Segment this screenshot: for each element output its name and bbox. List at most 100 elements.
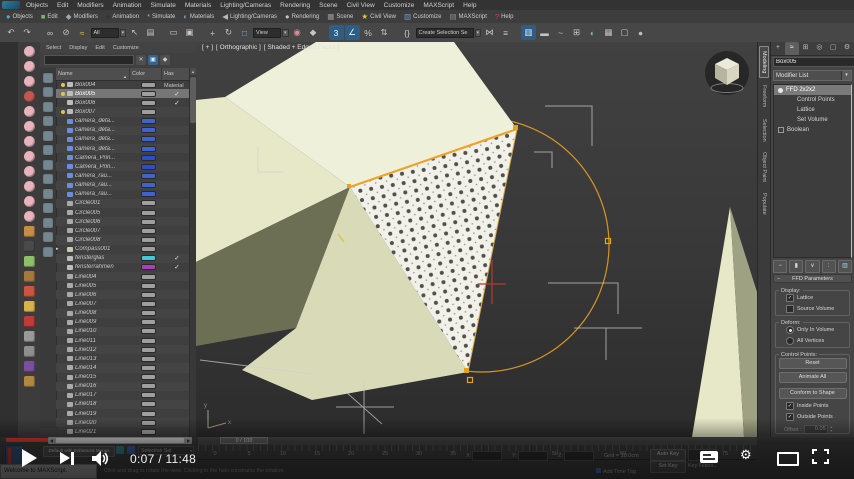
coordinate-z-field[interactable] — [563, 451, 594, 461]
ribbon-lighting-cameras-button[interactable]: ◀ Lighting/Cameras — [222, 13, 277, 21]
settings-gear-icon[interactable] — [23, 346, 35, 357]
explorer-row[interactable]: ▸ Camera_Prin... ✓ — [56, 153, 190, 162]
explorer-row[interactable]: ▸ Line007 ✓ — [56, 299, 190, 308]
explorer-row[interactable]: ▸ camera_rau... ✓ — [56, 190, 190, 199]
conform-to-shape-button[interactable]: Conform to Shape — [778, 388, 847, 399]
scroll-right-icon[interactable]: ▶ — [185, 438, 192, 443]
lattice-checkbox[interactable]: ✓ — [786, 294, 794, 302]
object-color-swatch[interactable] — [142, 329, 155, 334]
ribbon-tab[interactable]: Modeling — [759, 46, 769, 79]
object-color-swatch[interactable] — [142, 164, 155, 169]
filter-helpers-icon[interactable] — [23, 256, 35, 267]
object-color-swatch[interactable] — [142, 402, 155, 407]
menu-item[interactable]: MAXScript — [423, 2, 454, 9]
object-color-swatch[interactable] — [142, 183, 155, 188]
column-header-material[interactable]: Has Material — [162, 68, 190, 89]
ribbon-modifiers-button[interactable]: ◆ Modifiers — [66, 13, 98, 21]
rectangular-selection-region-icon[interactable]: ▭ ▾ — [166, 25, 181, 40]
scroll-left-icon[interactable]: ◀ — [48, 438, 55, 443]
expand-icon[interactable]: ▸ — [56, 245, 61, 254]
filter-materials-icon[interactable] — [23, 286, 35, 297]
visibility-bulb-icon[interactable] — [61, 109, 65, 114]
object-color-swatch[interactable] — [142, 192, 155, 197]
explorer-row[interactable]: ▸ Circle005 ✓ — [56, 208, 190, 217]
explorer-tool-materials-icon[interactable] — [43, 203, 53, 213]
object-color-swatch[interactable] — [142, 429, 155, 434]
explorer-tool-children-icon[interactable] — [43, 130, 53, 141]
animate-all-button[interactable]: Animate All — [778, 372, 847, 383]
unlink-selection-icon[interactable]: ⊘ ▾ — [59, 25, 74, 40]
object-color-swatch[interactable] — [142, 320, 155, 325]
object-color-swatch[interactable] — [142, 119, 155, 124]
explorer-row[interactable]: ▸ Line005 ✓ — [56, 281, 190, 290]
explorer-row[interactable]: ▸ Circle001 ✓ — [56, 198, 190, 208]
modifier-stack-item[interactable]: Control Points — [774, 95, 851, 105]
explorer-row[interactable]: ▸ camera_rau... ✓ — [56, 171, 190, 180]
explorer-row[interactable]: ▸ Circle008 ✓ — [56, 235, 190, 245]
ribbon-simulate-button[interactable]: * Simulate — [147, 13, 175, 21]
explorer-row[interactable]: ▸ Line011 ✓ — [56, 336, 190, 345]
object-name-field[interactable] — [773, 57, 854, 67]
explorer-row[interactable]: ▸ Line019 ✓ — [56, 409, 190, 418]
align-icon[interactable]: ≡ ▾ — [498, 25, 513, 40]
toolbar-button[interactable]: ▾ — [393, 25, 399, 40]
toolbar-button[interactable]: ▾ — [36, 25, 42, 40]
explorer-menu-item[interactable]: Edit — [95, 45, 104, 51]
explorer-row[interactable]: ▸ Box005 ✓ — [56, 89, 190, 99]
select-and-move-icon[interactable]: + ▾ — [205, 25, 220, 40]
ribbon-rendering-button[interactable]: ● Rendering — [285, 13, 319, 21]
menu-item[interactable]: Scene — [319, 2, 337, 9]
use-pivot-point-center-icon[interactable]: ◉ ▾ — [290, 25, 305, 40]
object-color-swatch[interactable] — [142, 237, 155, 242]
toggle-scene-explorer-icon[interactable]: ▥ ▾ — [521, 25, 537, 40]
percent-snap-toggle-icon[interactable]: % ▾ — [361, 25, 376, 40]
theater-mode-button[interactable] — [777, 452, 799, 466]
explorer-row[interactable]: ▸ Box004 ✓ — [56, 80, 190, 89]
explorer-tool-select-icon[interactable] — [43, 72, 53, 83]
object-color-swatch[interactable] — [142, 384, 155, 389]
only-in-volume-radio[interactable] — [786, 326, 794, 334]
angle-snap-toggle-icon[interactable]: ∠ ▾ — [344, 25, 360, 40]
explorer-tool-box-mode-icon[interactable] — [43, 116, 53, 126]
material-editor-icon[interactable]: ◐ ▾ — [585, 25, 600, 40]
menu-item[interactable]: Edit — [57, 2, 68, 9]
ribbon-tab[interactable]: Populate — [760, 189, 768, 219]
explorer-row[interactable]: ▸ Line010 ✓ — [56, 326, 190, 336]
filter-bones-icon[interactable] — [23, 316, 35, 327]
show-end-result-icon[interactable]: ▮ — [789, 260, 804, 273]
explorer-menu-item[interactable]: Select — [46, 45, 61, 51]
spinner-snap-toggle-icon[interactable]: ⇅ ▾ — [377, 25, 392, 40]
curve-editor-icon[interactable]: ~ ▾ — [553, 25, 568, 40]
tab-display-icon[interactable]: ▢ — [826, 42, 840, 55]
modifier-stack-item[interactable]: FFD 2x2x2 — [774, 85, 851, 95]
object-color-swatch[interactable] — [142, 311, 155, 316]
menu-item[interactable]: Rendering — [280, 2, 310, 9]
select-and-manipulate-icon[interactable]: ◆ ▾ — [306, 25, 321, 40]
play-button[interactable] — [22, 449, 37, 467]
set-key-button[interactable]: Set Key — [650, 461, 686, 473]
app-logo-icon[interactable] — [2, 1, 20, 9]
modifier-stack-item[interactable]: Boolean — [774, 125, 851, 135]
explorer-row[interactable]: ▸ Circle007 ✓ — [56, 226, 190, 235]
coordinate-x-field[interactable] — [472, 451, 503, 461]
filter-nurbs-icon[interactable] — [23, 151, 35, 162]
explorer-row[interactable]: ▸ Compass001 ✓ — [56, 245, 190, 254]
rendered-frame-window-icon[interactable]: ▢ ▾ — [617, 25, 632, 40]
select-and-scale-icon[interactable]: □ ▾ — [237, 25, 252, 40]
object-color-swatch[interactable] — [142, 393, 155, 398]
pin-stack-icon[interactable]: − — [773, 260, 788, 273]
auto-key-button[interactable]: Auto Key — [650, 449, 686, 461]
search-input[interactable] — [44, 55, 134, 65]
ribbon-civil-view-button[interactable]: ★ Civil View — [361, 13, 396, 21]
explorer-row[interactable]: ▸ Circle006 ✓ — [56, 217, 190, 227]
explorer-tool-sort-icon[interactable] — [43, 232, 53, 242]
explorer-row[interactable]: ▸ fensterrahmen ✓ — [56, 263, 190, 272]
explorer-tool-lock-icon[interactable] — [43, 246, 53, 257]
explorer-tool-lights-icon[interactable] — [43, 174, 53, 184]
object-color-swatch[interactable] — [142, 365, 155, 370]
ribbon-objects-button[interactable]: ● Objects — [6, 13, 33, 21]
selection-filter-dropdown[interactable]: All ▾ — [90, 25, 127, 40]
viewport-menu-plus[interactable]: [ + ] — [202, 44, 213, 51]
explorer-tool-layers-icon[interactable] — [43, 217, 53, 228]
explorer-row[interactable]: ▸ Line015 ✓ — [56, 373, 190, 382]
